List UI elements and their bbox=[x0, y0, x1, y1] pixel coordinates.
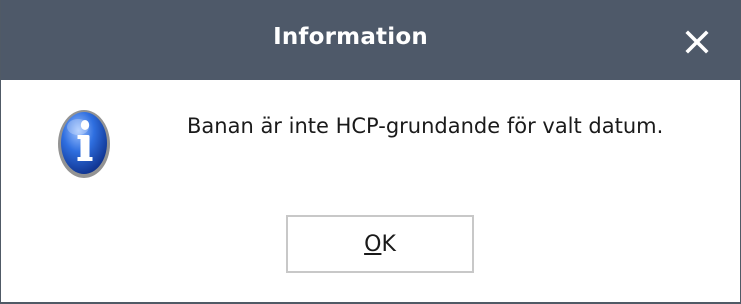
ok-button-label: OK bbox=[364, 232, 396, 257]
ok-label-rest: K bbox=[381, 231, 396, 257]
ok-mnemonic: O bbox=[364, 231, 382, 257]
close-button[interactable] bbox=[677, 22, 717, 62]
close-icon bbox=[685, 30, 709, 54]
message-text: Banan är inte HCP-grundande för valt dat… bbox=[187, 114, 664, 138]
title-bar[interactable]: Information bbox=[1, 0, 740, 80]
dialog-title: Information bbox=[273, 24, 428, 50]
ok-button[interactable]: OK bbox=[286, 215, 474, 273]
information-dialog: Information Banan är inte HCP-grundande … bbox=[0, 0, 741, 304]
info-icon bbox=[56, 105, 112, 180]
